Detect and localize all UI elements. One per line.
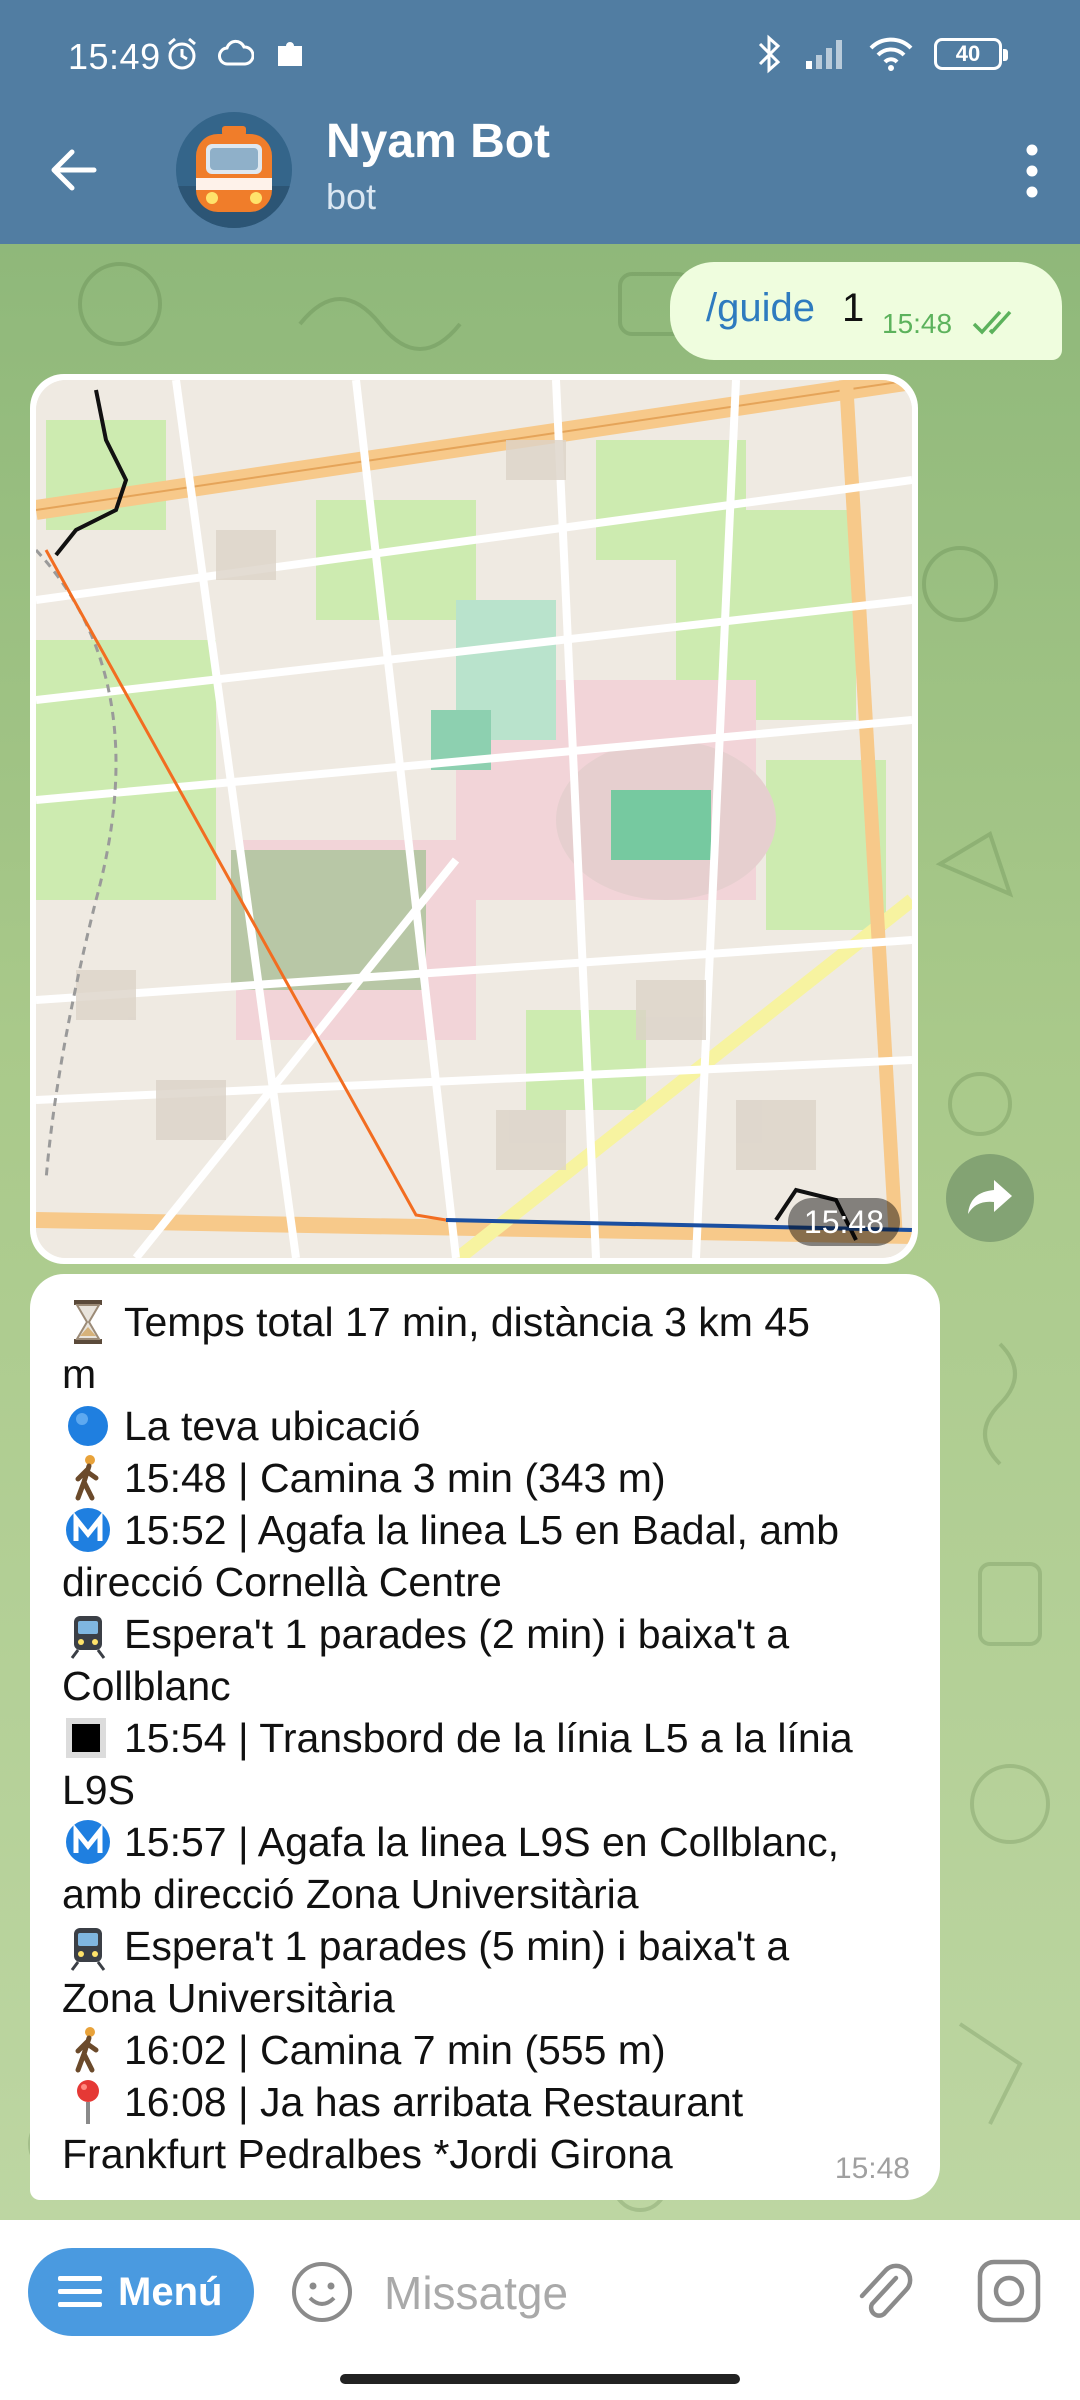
route-line: Zona Universitària: [62, 1972, 910, 2024]
route-line: 15:54 | Transbord de la línia L5 a la lí…: [62, 1712, 910, 1764]
route-line-text: La teva ubicació: [124, 1403, 421, 1449]
route-line: Collblanc: [62, 1660, 910, 1712]
route-map-image[interactable]: 15:48: [36, 380, 912, 1258]
paperclip-icon[interactable]: [850, 2256, 916, 2328]
forward-icon[interactable]: [946, 1154, 1034, 1242]
route-line: Espera't 1 parades (2 min) i baixa't a: [62, 1608, 910, 1660]
route-line-text: 16:08 | Ja has arribata Restaurant: [124, 2079, 744, 2125]
route-line: 16:08 | Ja has arribata Restaurant: [62, 2076, 910, 2128]
chat-title[interactable]: Nyam Bot: [326, 114, 550, 169]
message-input-bar: Menú: [0, 2220, 1080, 2360]
cloud-icon: [218, 39, 254, 66]
route-line-text: L9S: [62, 1767, 135, 1813]
chat-area[interactable]: /guide 1 15:48 15:48 Temps total 17 min,…: [0, 244, 1080, 2220]
route-line-text: Frankfurt Pedralbes *Jordi Girona: [62, 2131, 673, 2177]
signal-icon: [806, 40, 842, 69]
route-map: [36, 380, 912, 1258]
route-line: La teva ubicació: [62, 1400, 910, 1452]
message-input[interactable]: [384, 2258, 804, 2328]
command-link[interactable]: /guide: [706, 286, 815, 331]
blue-circle-icon: [62, 1400, 114, 1452]
chat-header: Nyam Bot bot: [0, 96, 1080, 244]
menu-button[interactable]: Menú: [28, 2248, 254, 2336]
route-line-text: 15:48 | Camina 3 min (343 m): [124, 1455, 666, 1501]
route-line-text: 15:57 | Agafa la linea L9S en Collblanc,: [124, 1819, 839, 1865]
route-line-text: 15:54 | Transbord de la línia L5 a la lí…: [124, 1715, 853, 1761]
alarm-icon: [168, 37, 196, 70]
route-line-text: Temps total 17 min, distància 3 km 45: [124, 1299, 810, 1345]
camera-icon[interactable]: [976, 2258, 1042, 2324]
puzzle-icon: [278, 42, 302, 66]
tram-icon: [62, 1608, 114, 1660]
black-square-icon: [62, 1712, 114, 1764]
message-time: 15:48: [834, 2152, 910, 2185]
route-line: 15:48 | Camina 3 min (343 m): [62, 1452, 910, 1504]
walking-person-icon: [62, 2024, 114, 2076]
command-argument: 1: [842, 286, 865, 330]
hourglass-icon: [62, 1296, 114, 1348]
route-line: m: [62, 1348, 910, 1400]
emoji-icon[interactable]: [290, 2260, 354, 2324]
route-line: 15:52 | Agafa la linea L5 en Badal, amb: [62, 1504, 910, 1556]
route-line-text: Collblanc: [62, 1663, 231, 1709]
menu-label: Menú: [118, 2269, 223, 2314]
status-time: 15:49: [68, 36, 161, 77]
battery-icon: 40: [934, 38, 1008, 70]
map-message-time: 15:48: [787, 1198, 900, 1246]
metro-icon: [62, 1816, 114, 1868]
route-line-text: Zona Universitària: [62, 1975, 395, 2021]
avatar[interactable]: [176, 112, 292, 228]
wifi-icon: [869, 37, 913, 71]
metro-icon: [62, 1504, 114, 1556]
route-line-text: 16:02 | Camina 7 min (555 m): [124, 2027, 666, 2073]
route-line-text: Espera't 1 parades (5 min) i baixa't a: [124, 1923, 790, 1969]
route-line-text: direcció Cornellà Centre: [62, 1559, 502, 1605]
back-arrow-icon[interactable]: [44, 140, 104, 200]
route-line: Temps total 17 min, distància 3 km 45: [62, 1296, 910, 1348]
route-line-text: 15:52 | Agafa la linea L5 en Badal, amb: [124, 1507, 840, 1553]
chat-subtitle: bot: [326, 176, 377, 217]
map-message[interactable]: 15:48: [30, 374, 918, 1264]
route-line-text: amb direcció Zona Universitària: [62, 1871, 639, 1917]
route-line: Espera't 1 parades (5 min) i baixa't a: [62, 1920, 910, 1972]
route-line: Frankfurt Pedralbes *Jordi Girona: [62, 2128, 910, 2180]
route-message[interactable]: Temps total 17 min, distància 3 km 45 m La…: [30, 1274, 940, 2200]
more-vertical-icon[interactable]: [1002, 136, 1062, 206]
route-line: direcció Cornellà Centre: [62, 1556, 910, 1608]
tram-icon: [62, 1920, 114, 1972]
hamburger-icon: [58, 2276, 102, 2307]
route-line-text: m: [62, 1351, 97, 1397]
route-line-text: Espera't 1 parades (2 min) i baixa't a: [124, 1611, 790, 1657]
route-line: 16:02 | Camina 7 min (555 m): [62, 2024, 910, 2076]
train-avatar-icon: [176, 112, 292, 228]
pin-icon: [62, 2076, 114, 2128]
route-line: 15:57 | Agafa la linea L9S en Collblanc,: [62, 1816, 910, 1868]
outgoing-message[interactable]: /guide 1 15:48: [670, 262, 1062, 360]
home-indicator[interactable]: [340, 2374, 740, 2384]
route-line: amb direcció Zona Universitària: [62, 1868, 910, 1920]
navigation-bar: [0, 2360, 1080, 2400]
bluetooth-icon: [758, 34, 781, 74]
walking-person-icon: [62, 1452, 114, 1504]
message-time: 15:48: [882, 308, 953, 339]
double-check-icon: [972, 310, 1012, 335]
route-line: L9S: [62, 1764, 910, 1816]
